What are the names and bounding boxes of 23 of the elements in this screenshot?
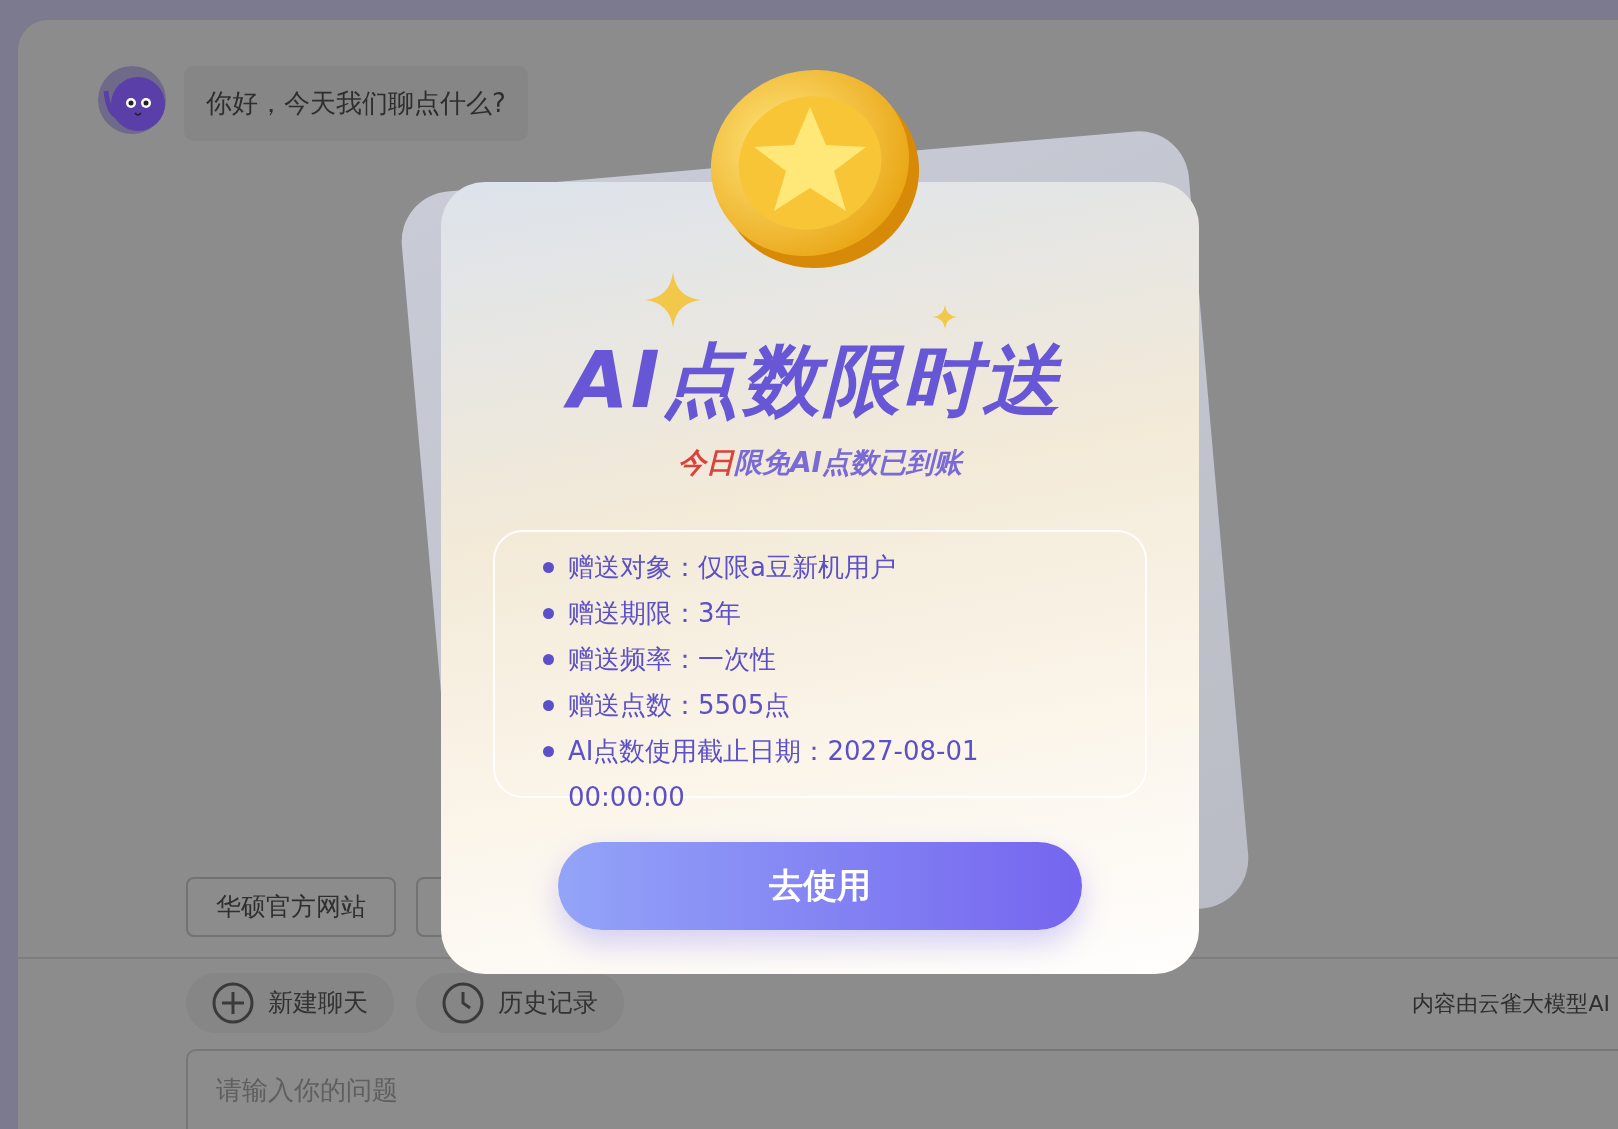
chat-message: 你好，今天我们聊点什么? (184, 66, 528, 141)
promo-title: AI点数限时送 (562, 332, 1078, 430)
sparkle-icon (645, 272, 701, 328)
disclaimer-text: 内容由云雀大模型AI (1412, 989, 1610, 1018)
new-chat-button[interactable]: 新建聊天 (186, 973, 394, 1033)
promo-subtitle: 今日限免AI点数已到账 (676, 444, 965, 481)
detail-text: 赠送点数：5505点 (568, 688, 791, 722)
detail-text: 赠送频率：一次性 (568, 642, 776, 676)
bullet-icon (543, 653, 554, 665)
clock-icon (442, 982, 484, 1024)
history-button[interactable]: 历史记录 (416, 973, 624, 1033)
bullet-icon (543, 745, 554, 757)
bullet-icon (543, 607, 554, 619)
shortcut-button[interactable]: 华硕官方网站 (186, 877, 396, 937)
plus-icon (212, 982, 254, 1024)
detail-text: AI点数使用截止日期：2027-08-01 00:00:00 (568, 734, 980, 814)
use-now-button[interactable]: 去使用 (558, 841, 1082, 930)
detail-text: 赠送期限：3年 (568, 596, 741, 630)
mascot-avatar-icon (98, 66, 166, 134)
sparkle-icon (933, 305, 957, 329)
bullet-icon (543, 699, 554, 711)
bullet-icon (543, 561, 554, 573)
detail-text: 赠送对象：仅限a豆新机用户 (568, 550, 896, 584)
